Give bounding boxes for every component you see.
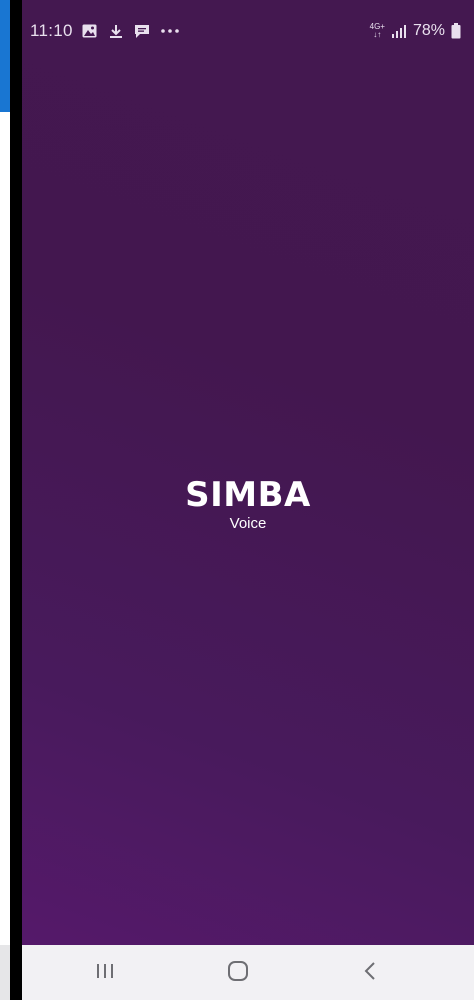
background-app-navbar: [0, 945, 10, 1000]
background-app-accent: [0, 0, 10, 112]
brand-title: SIMBA: [185, 475, 311, 515]
navigation-bar: [22, 945, 474, 1000]
recent-apps-button[interactable]: [85, 957, 125, 989]
back-button[interactable]: [350, 957, 390, 989]
status-right: 4G+ ↓↑ 78%: [370, 20, 462, 42]
back-icon: [363, 961, 377, 986]
network-type: 4G+ ↓↑: [370, 23, 385, 39]
splash-logo: SIMBA Voice: [22, 476, 474, 533]
signal-icon: [390, 22, 408, 40]
brand-subtitle: Voice: [229, 515, 267, 532]
recent-apps-icon: [95, 962, 115, 985]
network-activity: ↓↑: [373, 30, 382, 39]
status-time: 11:10: [30, 21, 73, 40]
image-icon: [81, 22, 99, 40]
home-icon: [227, 960, 249, 987]
device-frame: 11:10 4G+ ↓↑ 78% SIMBA Voice: [0, 0, 474, 1000]
status-bar: 11:10 4G+ ↓↑ 78%: [22, 0, 474, 60]
battery-percentage: 78%: [412, 22, 445, 39]
message-icon: [133, 22, 151, 40]
left-edge-strip: [0, 0, 22, 1000]
battery-icon: [450, 22, 462, 40]
more-dots-icon: [159, 22, 181, 40]
status-left: 11:10: [30, 20, 181, 42]
home-button[interactable]: [218, 957, 258, 989]
splash-screen: 11:10 4G+ ↓↑ 78% SIMBA Voice: [22, 0, 474, 945]
screen-bezel: [10, 0, 22, 1000]
download-icon: [107, 22, 125, 40]
